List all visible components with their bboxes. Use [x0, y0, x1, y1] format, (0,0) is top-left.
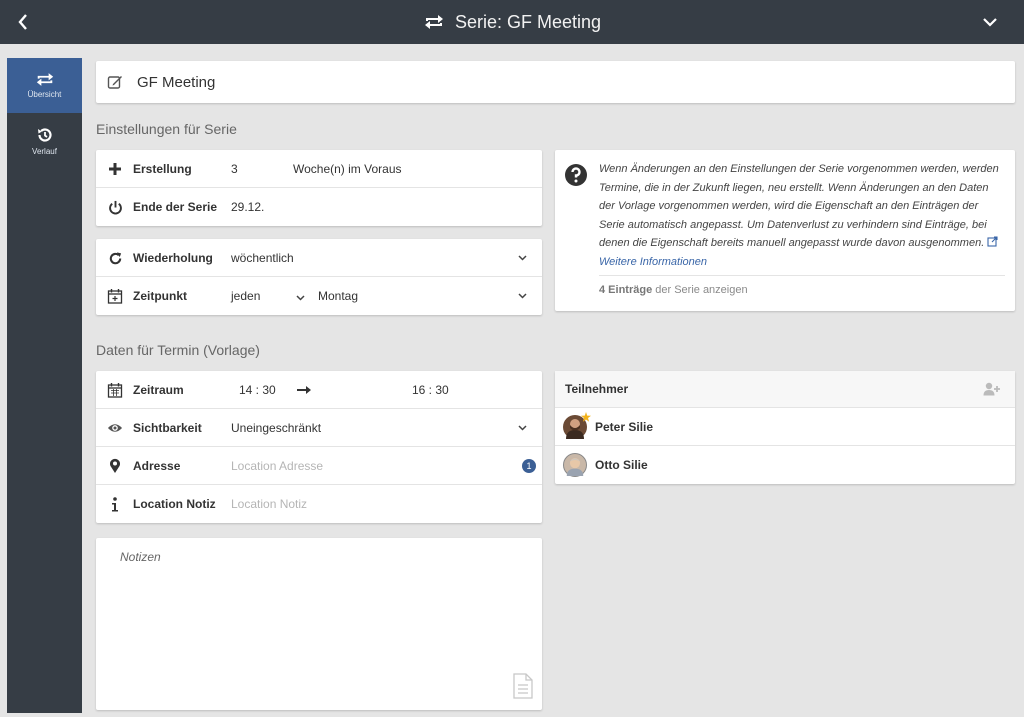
repeat-icon — [36, 73, 53, 86]
info-description: Wenn Änderungen an den Einstellungen der… — [599, 163, 999, 249]
period-from[interactable]: 14 : 30 — [239, 383, 276, 397]
participants-header: Teilnehmer — [555, 371, 1015, 408]
side-navigation: Übersicht Verlauf — [7, 58, 82, 713]
visibility-label: Sichtbarkeit — [133, 420, 202, 435]
end-row[interactable]: Ende der Serie 29.12. — [96, 188, 542, 226]
period-label: Zeitraum — [133, 382, 184, 397]
participant-name: Peter Silie — [595, 419, 654, 434]
arrow-right-icon — [296, 384, 312, 398]
info-icon — [107, 496, 123, 512]
visibility-value[interactable]: Uneingeschränkt — [231, 421, 321, 435]
map-marker-icon — [107, 458, 123, 474]
participant-name: Otto Silie — [595, 458, 648, 472]
repeat-icon — [424, 15, 443, 29]
series-name: GF Meeting — [137, 73, 216, 91]
address-row[interactable]: Adresse Location Adresse 1 — [96, 447, 542, 485]
power-icon — [107, 199, 123, 215]
participant-row[interactable]: Otto Silie — [555, 446, 1015, 484]
nav-item-label: Verlauf — [32, 146, 57, 156]
template-card: Zeitraum 14 : 30 16 : 30 Sichtbarkeit Un… — [96, 371, 542, 523]
external-link-icon — [987, 236, 998, 247]
question-circle-icon — [564, 163, 588, 190]
more-info-label: Weitere Informationen — [599, 255, 708, 268]
info-card: Wenn Änderungen an den Einstellungen der… — [555, 150, 1015, 311]
star-icon — [581, 411, 591, 425]
notes-textarea[interactable]: Notizen — [96, 538, 542, 710]
repeat-row[interactable]: Wiederholung wöchentlich — [96, 239, 542, 277]
chevron-down-icon[interactable] — [296, 290, 305, 304]
location-note-input[interactable]: Location Notiz — [231, 497, 307, 511]
header-dropdown-button[interactable] — [978, 10, 1002, 34]
period-row[interactable]: Zeitraum 14 : 30 16 : 30 — [96, 371, 542, 409]
time-mode-select[interactable]: jeden — [231, 289, 260, 303]
edit-icon — [107, 76, 122, 89]
info-text: Wenn Änderungen an den Einstellungen der… — [599, 160, 1005, 271]
creation-settings-card: Erstellung 3 Woche(n) im Voraus Ende der… — [96, 150, 542, 226]
top-bar: Serie: GF Meeting — [0, 0, 1024, 44]
participants-heading: Teilnehmer — [565, 382, 629, 396]
creation-unit: Woche(n) im Voraus — [293, 161, 402, 176]
address-badge[interactable]: 1 — [522, 459, 536, 473]
repeat-value[interactable]: wöchentlich — [231, 251, 294, 265]
chevron-down-icon[interactable] — [516, 252, 528, 264]
series-name-field[interactable]: GF Meeting — [96, 61, 1015, 103]
nav-item-label: Übersicht — [27, 90, 62, 99]
creation-row[interactable]: Erstellung 3 Woche(n) im Voraus — [96, 150, 542, 188]
end-label: Ende der Serie — [133, 200, 218, 214]
eye-icon — [107, 420, 123, 436]
creation-label: Erstellung — [133, 161, 192, 176]
creation-value[interactable]: 3 — [231, 162, 238, 176]
plus-icon — [107, 161, 123, 177]
participant-row[interactable]: Peter Silie — [555, 408, 1015, 446]
address-label: Adresse — [133, 458, 181, 473]
time-row[interactable]: Zeitpunkt jeden Montag — [96, 277, 542, 315]
participants-card: Teilnehmer Peter Silie Otto Silie — [555, 371, 1015, 484]
title-area: Serie: GF Meeting — [0, 0, 1024, 44]
avatar — [563, 453, 587, 477]
avatar — [563, 411, 591, 439]
history-icon — [37, 127, 52, 142]
entries-count-text: der Serie anzeigen — [655, 284, 748, 296]
page-title: Serie: GF Meeting — [454, 11, 602, 32]
repeat-label: Wiederholung — [133, 250, 213, 265]
divider — [599, 275, 1005, 276]
end-value[interactable]: 29.12. — [231, 200, 264, 214]
location-note-label: Location Notiz — [133, 497, 216, 511]
nav-item-overview[interactable]: Übersicht — [7, 58, 82, 113]
period-to[interactable]: 16 : 30 — [412, 383, 449, 397]
notes-placeholder: Notizen — [120, 550, 161, 564]
time-label: Zeitpunkt — [133, 289, 187, 303]
address-input[interactable]: Location Adresse — [231, 459, 323, 473]
chevron-down-icon[interactable] — [516, 422, 528, 434]
repeat-settings-card: Wiederholung wöchentlich Zeitpunkt jeden… — [96, 239, 542, 315]
refresh-icon — [107, 250, 123, 266]
calendar-plus-icon — [107, 288, 123, 304]
chevron-down-icon — [983, 18, 997, 27]
location-note-row[interactable]: Location Notiz Location Notiz — [96, 485, 542, 523]
settings-heading: Einstellungen für Serie — [96, 121, 237, 137]
show-entries-link[interactable]: 4 Einträge der Serie anzeigen — [599, 284, 748, 296]
template-heading: Daten für Termin (Vorlage) — [96, 342, 260, 358]
chevron-down-icon[interactable] — [516, 290, 528, 302]
add-user-icon[interactable] — [983, 382, 1001, 399]
time-day-select[interactable]: Montag — [318, 289, 358, 303]
visibility-row[interactable]: Sichtbarkeit Uneingeschränkt — [96, 409, 542, 447]
nav-item-history[interactable]: Verlauf — [7, 113, 82, 168]
document-icon — [513, 673, 533, 702]
entries-count: 4 Einträge — [599, 284, 653, 296]
calendar-icon — [107, 382, 123, 398]
